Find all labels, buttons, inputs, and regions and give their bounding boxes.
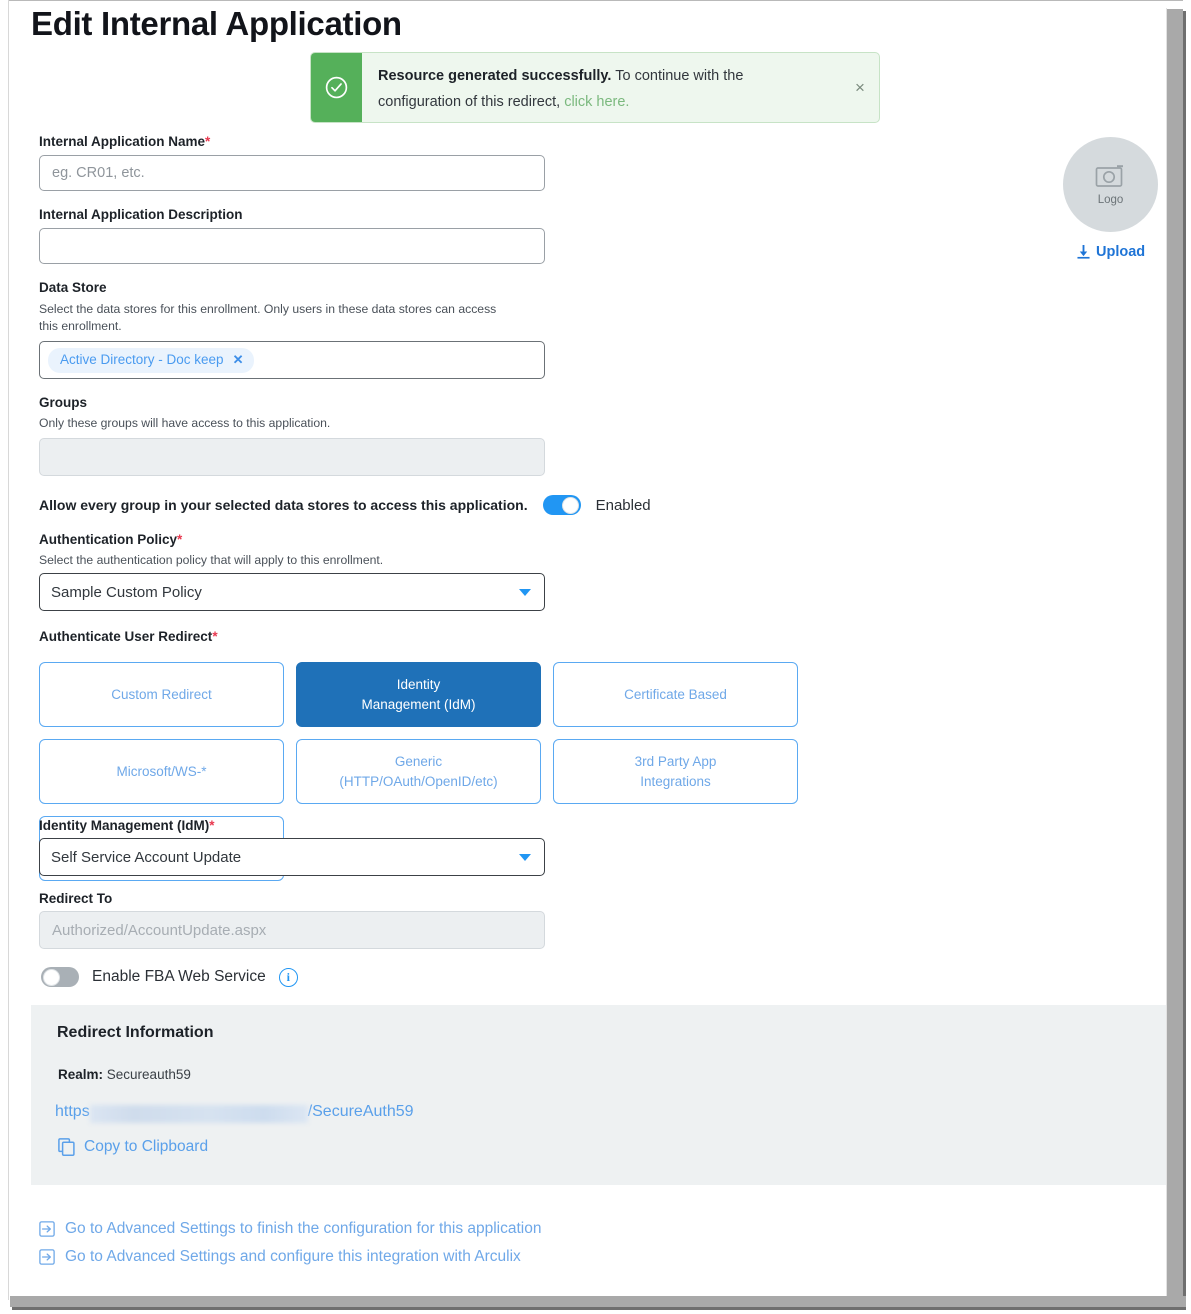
fba-web-service-toggle[interactable] [41, 967, 79, 987]
copy-icon [58, 1138, 75, 1156]
required-marker: * [212, 629, 217, 644]
authenticate-user-redirect-label: Authenticate User Redirect* [39, 629, 218, 644]
auth-policy-select-wrap: Sample Custom Policy [39, 573, 545, 611]
groups-input [39, 438, 545, 476]
alert-click-here-link[interactable]: click here. [564, 94, 629, 110]
app-description-input[interactable] [39, 228, 545, 264]
redirect-type-custom-redirect[interactable]: Custom Redirect [39, 662, 284, 727]
success-alert: Resource generated successfully. To cont… [310, 52, 880, 123]
realm-label: Realm: [58, 1067, 103, 1082]
remove-chip-icon[interactable]: ✕ [233, 352, 244, 368]
required-marker: * [177, 532, 182, 547]
redirect-type-3rd-party-app-integrations[interactable]: 3rd Party AppIntegrations [553, 739, 798, 804]
redirect-type-certificate-based[interactable]: Certificate Based [553, 662, 798, 727]
enter-arrow-icon [39, 1249, 55, 1265]
logo-label: Logo [1098, 194, 1124, 206]
idm-select[interactable]: Self Service Account Update [39, 838, 545, 876]
required-marker: * [209, 818, 214, 833]
redirect-to-label: Redirect To [39, 891, 112, 906]
toggle-knob [43, 969, 60, 986]
redirect-type-identity-management[interactable]: IdentityManagement (IdM) [296, 662, 541, 727]
alert-message: Resource generated successfully. To cont… [362, 53, 841, 122]
alert-strong-text: Resource generated successfully. [378, 68, 611, 84]
realm-value: Secureauth59 [107, 1067, 191, 1082]
app-name-label-text: Internal Application Name [39, 134, 205, 149]
toggle-knob [562, 497, 579, 514]
app-name-label: Internal Application Name* [39, 134, 210, 149]
camera-icon [1095, 164, 1127, 190]
groups-label: Groups [39, 395, 87, 410]
required-marker: * [205, 134, 210, 149]
redirect-to-input [39, 911, 545, 949]
copy-to-clipboard-label: Copy to Clipboard [84, 1138, 208, 1156]
advanced-settings-arculix-link[interactable]: Go to Advanced Settings and configure th… [39, 1248, 521, 1266]
redirect-url[interactable]: https /SecureAuth59 [55, 1103, 414, 1121]
upload-label: Upload [1096, 244, 1145, 260]
data-store-label: Data Store [39, 280, 107, 295]
enter-arrow-icon [39, 1221, 55, 1237]
redirect-information-title: Redirect Information [57, 1024, 213, 1042]
data-store-chip: Active Directory - Doc keep ✕ [48, 348, 254, 373]
logo-placeholder[interactable]: Logo [1063, 137, 1158, 232]
upload-logo-button[interactable]: Upload [1077, 244, 1145, 260]
form-content: Edit Internal Application Resource gener… [9, 1, 1166, 1296]
allow-every-group-toggle[interactable] [543, 495, 581, 515]
idm-label: Identity Management (IdM)* [39, 818, 215, 833]
fba-web-service-label: Enable FBA Web Service [92, 968, 266, 986]
allow-every-group-row: Allow every group in your selected data … [39, 495, 651, 515]
window-border-right-outer [1183, 11, 1186, 1307]
auth-policy-label: Authentication Policy* [39, 532, 182, 547]
close-icon[interactable]: × [841, 53, 879, 122]
advanced-settings-arculix-label: Go to Advanced Settings and configure th… [65, 1248, 521, 1266]
auth-policy-help: Select the authentication policy that wi… [39, 552, 509, 569]
advanced-settings-finish-config-label: Go to Advanced Settings to finish the co… [65, 1220, 542, 1238]
groups-help: Only these groups will have access to th… [39, 415, 509, 432]
download-icon [1077, 245, 1090, 259]
app-window: Edit Internal Application Resource gener… [0, 0, 1191, 1314]
advanced-settings-finish-config-link[interactable]: Go to Advanced Settings to finish the co… [39, 1220, 542, 1238]
data-store-field[interactable]: Active Directory - Doc keep ✕ [39, 341, 545, 379]
app-description-label: Internal Application Description [39, 207, 243, 222]
auth-policy-select[interactable]: Sample Custom Policy [39, 573, 545, 611]
app-name-input[interactable] [39, 155, 545, 191]
copy-to-clipboard-button[interactable]: Copy to Clipboard [58, 1138, 208, 1156]
idm-label-text: Identity Management (IdM) [39, 818, 209, 833]
allow-every-group-label: Allow every group in your selected data … [39, 497, 528, 513]
window-border-bottom [10, 1296, 1186, 1307]
idm-select-wrap: Self Service Account Update [39, 838, 545, 876]
data-store-chip-label: Active Directory - Doc keep [60, 352, 224, 367]
redirect-url-suffix: /SecureAuth59 [308, 1103, 414, 1121]
fba-web-service-row: Enable FBA Web Service i [41, 967, 298, 987]
data-store-help: Select the data stores for this enrollme… [39, 301, 509, 336]
redirect-type-microsoft-ws[interactable]: Microsoft/WS-* [39, 739, 284, 804]
page-surface: Edit Internal Application Resource gener… [9, 1, 1166, 1296]
check-circle-icon [311, 53, 362, 122]
authenticate-user-redirect-label-text: Authenticate User Redirect [39, 629, 212, 644]
redirect-url-prefix: https [55, 1103, 90, 1121]
window-scroll-gutter[interactable] [1167, 9, 1183, 1306]
redirect-type-generic[interactable]: Generic(HTTP/OAuth/OpenID/etc) [296, 739, 541, 804]
auth-policy-label-text: Authentication Policy [39, 532, 177, 547]
allow-every-group-state: Enabled [596, 497, 651, 514]
info-icon[interactable]: i [279, 968, 298, 987]
page-title: Edit Internal Application [31, 5, 402, 43]
window-border-bottom-outer [12, 1307, 1186, 1310]
realm-row: Realm: Secureauth59 [58, 1067, 191, 1082]
redacted-host [90, 1105, 308, 1123]
